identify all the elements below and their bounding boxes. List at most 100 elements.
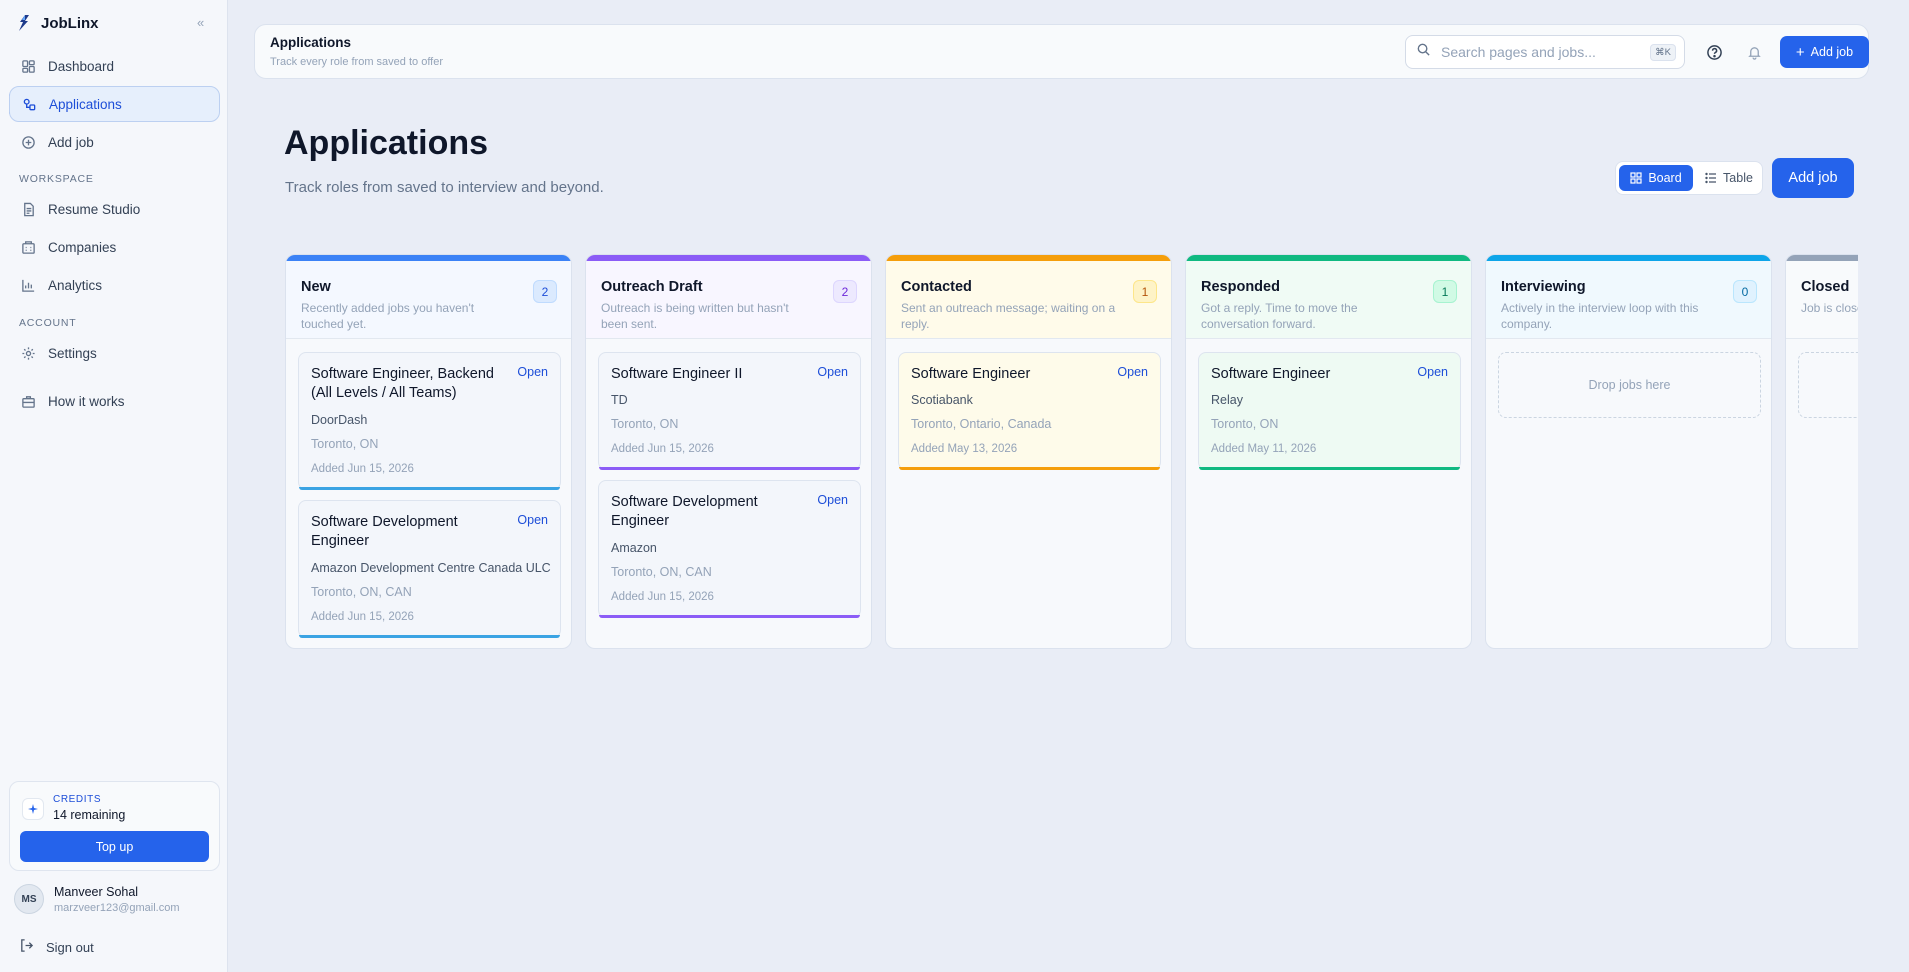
column-description: Sent an outreach message; waiting on a r… <box>901 301 1116 331</box>
sidebar-item-label: Applications <box>49 96 122 112</box>
board-column-new: New Recently added jobs you haven't touch… <box>285 254 572 649</box>
drop-zone[interactable]: Drop jobs here <box>1498 352 1761 418</box>
sidebar: JobLinx « Dashboard Applications Add job… <box>0 0 228 972</box>
view-table-button[interactable]: Table <box>1699 165 1759 191</box>
sign-out-button[interactable]: Sign out <box>19 938 94 956</box>
board-column-closed: Closed Job is closed or no longer pursued… <box>1785 254 1858 649</box>
sidebar-item-label: Companies <box>48 239 117 255</box>
page-title: Applications <box>284 124 489 162</box>
job-card[interactable]: Software Engineer Open Scotiabank Toronto, … <box>898 352 1161 470</box>
help-button[interactable] <box>1701 39 1727 65</box>
column-title: Closed <box>1801 279 1850 295</box>
sidebar-item-resume-studio[interactable]: Resume Studio <box>9 191 220 227</box>
job-company: Relay <box>1211 393 1243 407</box>
sidebar-item-label: Add job <box>48 134 94 150</box>
column-description: Outreach is being written but hasn't bee… <box>601 301 789 331</box>
search-input[interactable] <box>1441 44 1641 60</box>
top-bar: Applications Track every role from saved… <box>254 24 1869 79</box>
top-up-button[interactable]: Top up <box>20 831 209 862</box>
column-count-badge: 0 <box>1733 280 1757 303</box>
column-header: Contacted Sent an outreach message; waiti… <box>886 261 1171 339</box>
user-email: marzveer123@gmail.com <box>54 901 180 914</box>
column-header: Responded Got a reply. Time to move the c… <box>1186 261 1471 339</box>
column-description: Got a reply. Time to move the conversati… <box>1201 301 1358 331</box>
job-location: Toronto, ON <box>311 437 379 451</box>
sidebar-item-dashboard[interactable]: Dashboard <box>9 48 220 84</box>
sign-out-label: Sign out <box>46 939 94 955</box>
search-box[interactable]: ⌘K <box>1405 35 1685 69</box>
column-count-badge: 1 <box>1133 280 1157 303</box>
drop-zone[interactable] <box>1798 352 1858 418</box>
job-title: Software Engineer <box>1211 366 1331 382</box>
open-job-link[interactable]: Open <box>517 365 548 379</box>
brand[interactable]: JobLinx <box>16 14 99 32</box>
user-profile[interactable]: MS Manveer Sohal marzveer123@gmail.com <box>14 884 180 914</box>
card-status-stripe <box>599 467 860 470</box>
board-column-outreach-draft: Outreach Draft Outreach is being written … <box>585 254 872 649</box>
sidebar-item-settings[interactable]: Settings <box>9 335 220 371</box>
sidebar-item-how-it-works[interactable]: How it works <box>9 383 220 419</box>
search-icon <box>1416 42 1431 62</box>
job-card[interactable]: Software Development Engineer Open Amazon T… <box>598 480 861 618</box>
card-status-stripe <box>299 635 560 638</box>
document-icon <box>20 201 36 217</box>
joblinx-logo-icon <box>19 15 29 31</box>
job-card[interactable]: Software Engineer II Open TD Toronto, ON Add… <box>598 352 861 470</box>
kanban-board: New Recently added jobs you haven't touch… <box>285 254 1858 650</box>
job-title: Software Engineer II <box>611 366 743 382</box>
job-added-date: Added Jun 15, 2026 <box>611 591 714 603</box>
card-status-stripe <box>899 467 1160 470</box>
section-label-account: ACCOUNT <box>19 317 77 329</box>
open-job-link[interactable]: Open <box>1117 365 1148 379</box>
column-description: Actively in the interview loop with this… <box>1501 301 1699 331</box>
applications-icon <box>21 96 37 112</box>
sidebar-item-label: Resume Studio <box>48 201 141 217</box>
sidebar-item-add-job[interactable]: Add job <box>9 124 220 160</box>
board-icon <box>1630 172 1642 184</box>
gear-icon <box>20 345 36 361</box>
search-shortcut: ⌘K <box>1650 44 1676 61</box>
credits-label: CREDITS <box>53 794 102 805</box>
sidebar-item-companies[interactable]: Companies <box>9 229 220 265</box>
collapse-sidebar-icon[interactable]: « <box>197 15 204 30</box>
open-job-link[interactable]: Open <box>817 493 848 507</box>
job-company: TD <box>611 393 628 407</box>
add-job-label: Add job <box>1810 45 1854 59</box>
open-job-link[interactable]: Open <box>1417 365 1448 379</box>
column-header: Outreach Draft Outreach is being written … <box>586 261 871 339</box>
column-header: Interviewing Actively in the interview lo… <box>1486 261 1771 339</box>
job-card[interactable]: Software Development Engineer Open Amazon … <box>298 500 561 638</box>
column-header: New Recently added jobs you haven't touch… <box>286 261 571 339</box>
job-company: Scotiabank <box>911 393 973 407</box>
job-added-date: Added Jun 15, 2026 <box>611 443 714 455</box>
sidebar-item-label: Dashboard <box>48 58 115 74</box>
sidebar-item-analytics[interactable]: Analytics <box>9 267 220 303</box>
column-title: Interviewing <box>1501 279 1586 295</box>
open-job-link[interactable]: Open <box>517 513 548 527</box>
board-column-contacted: Contacted Sent an outreach message; waiti… <box>885 254 1172 649</box>
open-job-link[interactable]: Open <box>817 365 848 379</box>
column-title: Contacted <box>901 279 972 295</box>
notifications-button[interactable] <box>1741 39 1767 65</box>
view-board-button[interactable]: Board <box>1619 165 1693 191</box>
sign-out-icon <box>19 938 34 956</box>
view-table-label: Table <box>1723 171 1753 185</box>
avatar: MS <box>14 884 44 914</box>
card-status-stripe <box>1199 467 1460 470</box>
job-card[interactable]: Software Engineer, Backend (All Levels /… <box>298 352 561 490</box>
job-title: Software Development Engineer <box>611 494 758 529</box>
building-icon <box>20 239 36 255</box>
briefcase-icon <box>20 393 36 409</box>
sidebar-item-applications[interactable]: Applications <box>9 86 220 122</box>
section-label-workspace: WORKSPACE <box>19 173 94 185</box>
view-board-label: Board <box>1648 171 1682 185</box>
column-count-badge: 2 <box>533 280 557 303</box>
job-card[interactable]: Software Engineer Open Relay Toronto, ON Add… <box>1198 352 1461 470</box>
add-job-button[interactable]: Add job <box>1772 158 1854 198</box>
job-added-date: Added May 13, 2026 <box>911 443 1018 455</box>
credits-remaining: 14 remaining <box>53 808 126 822</box>
help-icon <box>1706 44 1722 60</box>
add-job-button-header[interactable]: + Add job <box>1780 36 1869 68</box>
job-title: Software Engineer <box>911 366 1031 382</box>
plus-icon: + <box>1795 43 1805 61</box>
